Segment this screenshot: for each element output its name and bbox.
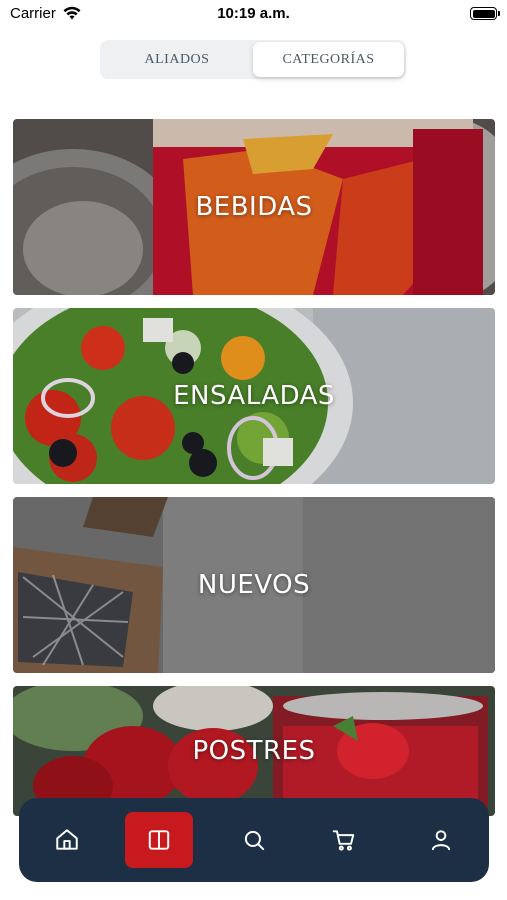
home-icon bbox=[56, 829, 78, 850]
category-label: POSTRES bbox=[192, 736, 316, 766]
status-time: 10:19 a.m. bbox=[217, 5, 290, 22]
battery-icon bbox=[470, 7, 500, 20]
categories-icon bbox=[148, 830, 170, 850]
tab-categories[interactable] bbox=[125, 812, 193, 868]
tab-profile[interactable] bbox=[407, 812, 475, 868]
category-card-ensaladas[interactable]: ENSALADAS bbox=[13, 308, 495, 484]
tab-search[interactable] bbox=[220, 812, 288, 868]
tab-categorias[interactable]: CATEGORÍAS bbox=[253, 42, 404, 77]
cart-icon bbox=[332, 830, 355, 851]
segmented-control: ALIADOS CATEGORÍAS bbox=[100, 40, 406, 79]
category-label: NUEVOS bbox=[197, 570, 311, 600]
tab-cart[interactable] bbox=[310, 812, 378, 868]
category-label: ENSALADAS bbox=[173, 381, 335, 411]
category-card-postres[interactable]: POSTRES bbox=[13, 686, 495, 816]
category-label: BEBIDAS bbox=[195, 192, 313, 222]
category-card-nuevos[interactable]: NUEVOS bbox=[13, 497, 495, 673]
status-bar: Carrier 10:19 a.m. bbox=[0, 0, 507, 28]
category-card-bebidas[interactable]: BEBIDAS bbox=[13, 119, 495, 295]
bottom-tab-bar bbox=[19, 798, 489, 882]
profile-icon bbox=[431, 830, 451, 851]
search-icon bbox=[244, 830, 265, 851]
tab-aliados[interactable]: ALIADOS bbox=[102, 42, 252, 77]
tab-home[interactable] bbox=[33, 812, 101, 868]
